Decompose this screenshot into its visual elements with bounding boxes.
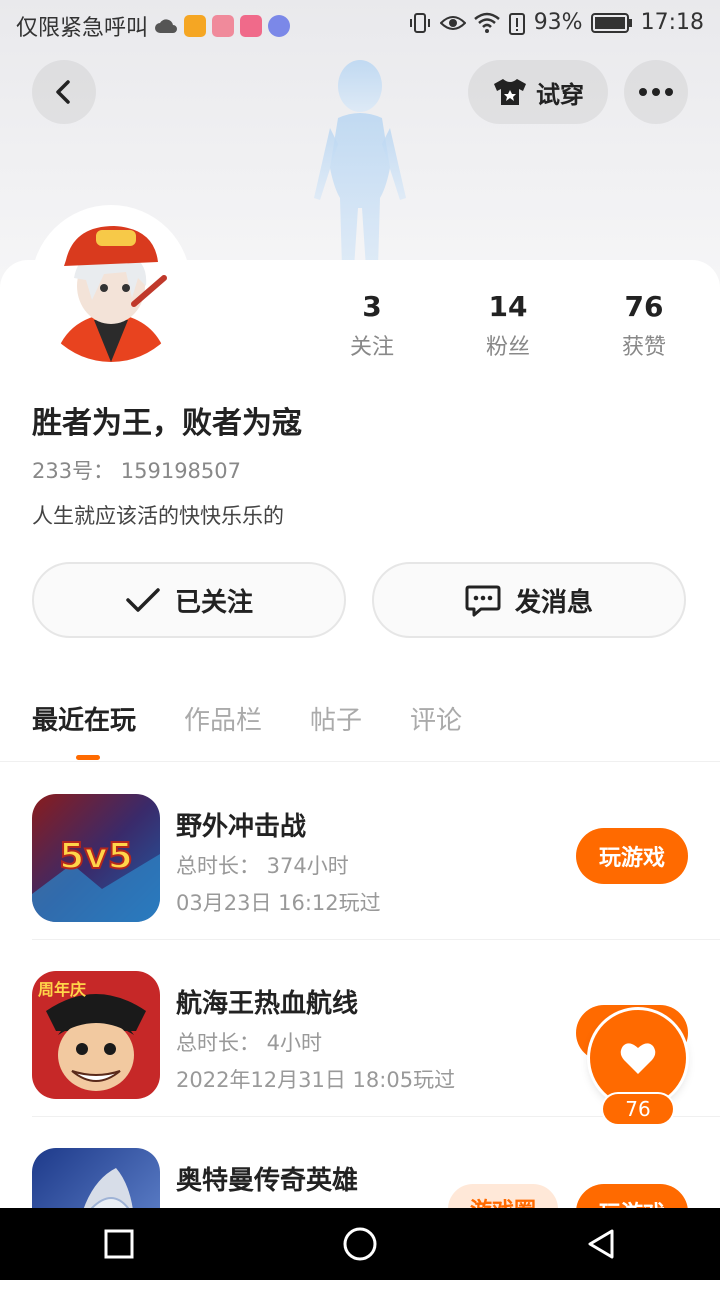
try-on-label: 试穿 [536, 80, 584, 109]
battery-alert-icon [508, 12, 525, 35]
battery-icon [590, 12, 632, 33]
divider [32, 939, 720, 940]
wifi-icon [473, 12, 500, 33]
eye-icon [439, 15, 466, 30]
vibrate-icon [409, 12, 430, 33]
profile-tabs: 最近在玩 作品栏 帖子 评论 [32, 700, 462, 737]
stat-following[interactable]: 3 关注 [312, 290, 432, 361]
game-last-played: 03月23日 16:12玩过 [176, 891, 381, 915]
game-icon: 周年庆 [32, 971, 160, 1099]
game-icon-text: 5v5 [59, 836, 133, 877]
checkmark-icon [126, 588, 160, 612]
game-total-duration: 总时长： 4小时 [176, 1031, 323, 1055]
clock: 17:18 [640, 10, 704, 35]
try-on-button[interactable]: 试穿 [468, 60, 608, 124]
like-count-badge: 76 [603, 1094, 673, 1124]
back-button[interactable] [32, 60, 96, 124]
game-icon-art: 5v5 [32, 794, 160, 922]
active-tab-indicator [76, 755, 100, 760]
tab-comments[interactable]: 评论 [410, 700, 462, 737]
send-message-label: 发消息 [514, 587, 593, 618]
following-button-label: 已关注 [174, 587, 253, 618]
tab-recently-played[interactable]: 最近在玩 [32, 700, 136, 737]
profile-bio: 人生就应该活的快快乐乐的 [32, 504, 284, 528]
tshirt-icon [494, 79, 526, 105]
cloud-icon [155, 19, 178, 33]
stat-label: 获赞 [621, 335, 666, 360]
game-list-item[interactable]: 5v5 野外冲击战 总时长： 374小时 03月23日 16:12玩过 玩游戏 [0, 764, 720, 940]
battery-percentage: 93% [533, 10, 583, 35]
stat-label: 粉丝 [485, 335, 530, 360]
music-icon [268, 15, 291, 37]
game-icon-text: 周年庆 [38, 980, 86, 999]
more-options-button[interactable] [624, 60, 688, 124]
carrier-text: 仅限紧急呼叫 [16, 16, 149, 41]
profile-uid: 233号： 159198507 [32, 459, 242, 483]
stat-value: 14 [488, 290, 528, 323]
message-bubble-icon [465, 585, 501, 617]
app-notification-icon [212, 15, 235, 37]
stat-followers[interactable]: 14 粉丝 [448, 290, 568, 361]
avatar[interactable] [34, 208, 188, 362]
send-message-button[interactable]: 发消息 [372, 562, 686, 638]
floating-like-button[interactable] [590, 1010, 686, 1106]
avatar-hologram-figure [314, 60, 406, 268]
more-dots-icon [639, 88, 673, 96]
stat-value: 3 [362, 290, 382, 323]
game-title: 野外冲击战 [176, 812, 307, 842]
play-game-button[interactable]: 玩游戏 [576, 828, 688, 884]
app-notification-icon [184, 15, 207, 37]
recent-apps-icon[interactable] [102, 1227, 136, 1261]
stat-value: 76 [624, 290, 664, 323]
tab-posts[interactable]: 帖子 [310, 700, 362, 737]
profile-nickname: 胜者为王，败者为寇 [32, 406, 302, 441]
app-notification-icon [240, 15, 263, 37]
home-icon[interactable] [341, 1225, 379, 1263]
game-title: 奥特曼传奇英雄 [176, 1166, 359, 1196]
status-bar: 仅限紧急呼叫 93% 17:18 [0, 0, 720, 50]
stat-likes[interactable]: 76 获赞 [584, 290, 704, 361]
game-icon-art: 周年庆 [32, 971, 160, 1099]
chevron-left-icon [56, 80, 70, 104]
stat-label: 关注 [349, 335, 394, 360]
back-nav-icon[interactable] [584, 1227, 618, 1261]
divider [0, 761, 720, 762]
game-total-duration: 总时长： 374小时 [176, 854, 349, 878]
avatar-image [34, 208, 188, 362]
heart-icon [620, 1043, 656, 1074]
following-button[interactable]: 已关注 [32, 562, 346, 638]
game-title: 航海王热血航线 [176, 989, 359, 1019]
game-last-played: 2022年12月31日 18:05玩过 [176, 1068, 456, 1092]
tab-works[interactable]: 作品栏 [184, 700, 262, 737]
system-navigation-bar [0, 1208, 720, 1280]
game-icon: 5v5 [32, 794, 160, 922]
